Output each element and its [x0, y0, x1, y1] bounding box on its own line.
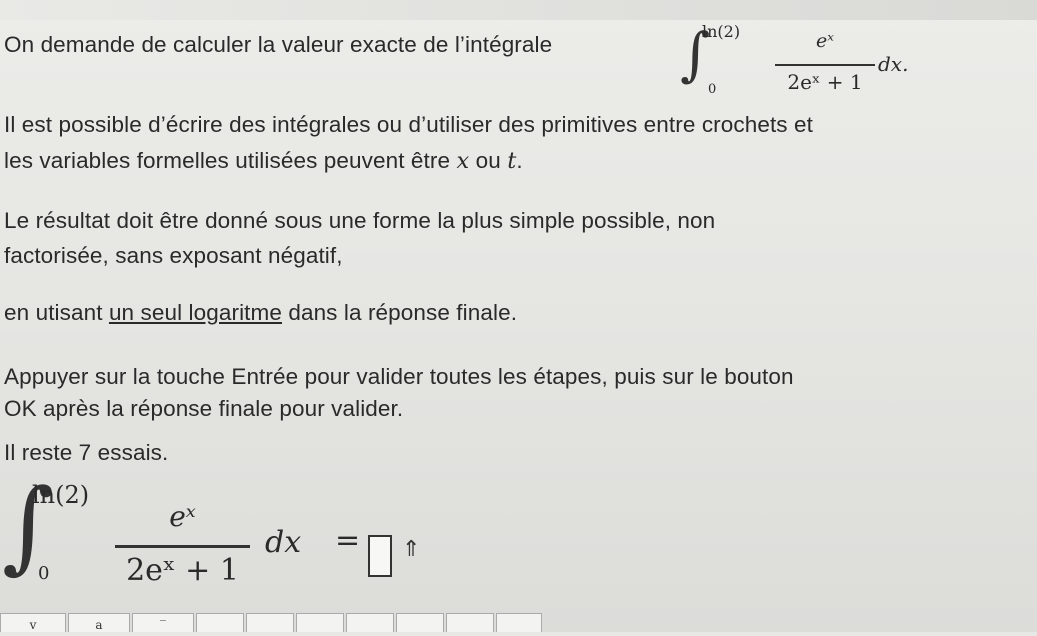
- toolbar-button-1[interactable]: v: [0, 613, 66, 632]
- toolbar-button-2[interactable]: a: [68, 613, 130, 632]
- answer-input[interactable]: [368, 535, 392, 577]
- toolbar-button-8[interactable]: [396, 613, 444, 632]
- question-line-6: en utisant un seul logaritme dans la rép…: [4, 300, 517, 326]
- variable-t: t: [507, 148, 517, 174]
- answer-integral-upper-bound: ln(2): [32, 481, 90, 509]
- answer-integral-differential: dx: [265, 525, 302, 560]
- answer-integral-lower-bound: 0: [38, 563, 50, 584]
- integral-differential: dx.: [878, 52, 909, 76]
- question-text-7: Appuyer sur la touche Entrée pour valide…: [4, 364, 794, 389]
- question-text-2: Il est possible d’écrire des intégrales …: [4, 112, 813, 137]
- integral-lower-bound: 0: [708, 82, 717, 97]
- integral-denominator: 2eˣ + 1: [787, 70, 863, 94]
- question-text-4: Le résultat doit être donné sous une for…: [4, 208, 716, 233]
- top-strip: [0, 0, 1037, 20]
- toolbar-button-3[interactable]: ‾: [132, 613, 194, 632]
- question-text-8: OK après la réponse finale pour valider.: [4, 396, 404, 421]
- question-line-1: On demande de calculer la valeur exacte …: [4, 32, 552, 58]
- answer-fraction-bar: [115, 545, 250, 548]
- math-toolbar: v a ‾: [0, 613, 560, 632]
- question-text-3: les variables formelles utilisées peuven…: [4, 148, 451, 173]
- question-text-6-post: dans la réponse finale.: [288, 300, 518, 325]
- question-line-3: les variables formelles utilisées peuven…: [4, 148, 523, 174]
- question-text-1: On demande de calculer la valeur exacte …: [4, 32, 553, 57]
- toolbar-button-4[interactable]: [196, 613, 244, 632]
- question-text-3-end: .: [516, 148, 523, 173]
- fraction-bar: [775, 64, 875, 66]
- question-text-6-pre: en utisant: [4, 300, 103, 325]
- question-text-3-or: ou: [475, 148, 501, 173]
- attempts-remaining: Il reste 7 essais.: [4, 440, 168, 466]
- toolbar-button-9[interactable]: [446, 613, 494, 632]
- answer-integral-numerator: eˣ: [169, 500, 196, 533]
- up-arrow-icon[interactable]: ⇑: [402, 536, 420, 562]
- question-line-8: OK après la réponse finale pour valider.: [4, 396, 403, 422]
- toolbar-button-7[interactable]: [346, 613, 394, 632]
- equals-sign: =: [335, 523, 361, 558]
- question-text-6-underlined: un seul logaritme: [108, 300, 282, 325]
- inline-integral: ∫ ln(2) 0 eˣ 2eˣ + 1 dx.: [680, 20, 950, 102]
- question-text-5: factorisée, sans exposant négatif,: [4, 243, 343, 268]
- integral-upper-bound: ln(2): [702, 22, 741, 41]
- answer-integral-denominator: 2eˣ + 1: [126, 553, 239, 588]
- integral-numerator: eˣ: [816, 30, 834, 52]
- toolbar-button-10[interactable]: [496, 613, 542, 632]
- question-line-4: Le résultat doit être donné sous une for…: [4, 208, 715, 234]
- toolbar-button-5[interactable]: [246, 613, 294, 632]
- toolbar-button-6[interactable]: [296, 613, 344, 632]
- attempts-text: Il reste 7 essais.: [4, 440, 169, 465]
- exercise-page: On demande de calculer la valeur exacte …: [0, 0, 1037, 632]
- question-line-5: factorisée, sans exposant négatif,: [4, 243, 343, 269]
- question-line-7: Appuyer sur la touche Entrée pour valide…: [4, 364, 794, 390]
- question-line-2: Il est possible d’écrire des intégrales …: [4, 112, 813, 138]
- variable-x: x: [456, 148, 470, 174]
